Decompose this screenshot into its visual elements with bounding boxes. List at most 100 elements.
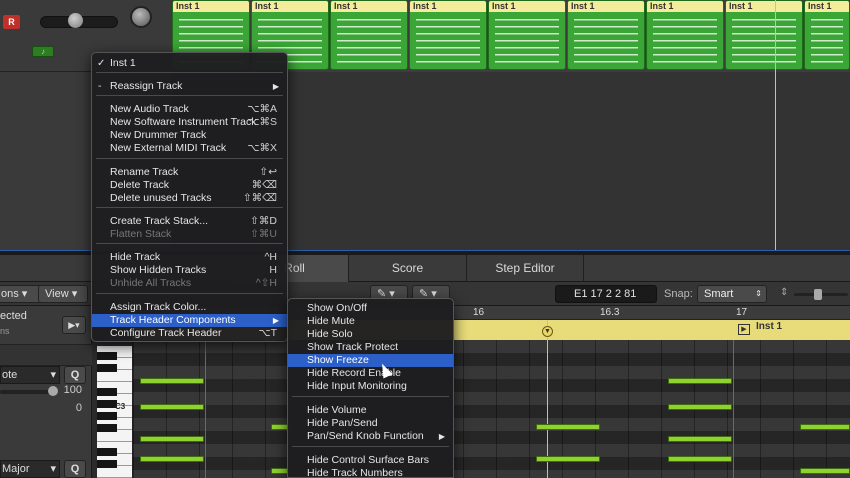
tab-step-editor[interactable]: Step Editor bbox=[466, 255, 584, 282]
menu-item-shortcut: ⌥⌘X bbox=[247, 142, 277, 154]
region[interactable]: Inst 1 bbox=[804, 0, 850, 70]
snap-select[interactable]: Smart ⇕ bbox=[697, 285, 767, 303]
region[interactable]: Inst 1 bbox=[330, 0, 408, 70]
black-key[interactable] bbox=[97, 400, 117, 408]
submenu-item-hide-mute[interactable]: Hide Mute bbox=[288, 315, 453, 328]
strength-slider-thumb[interactable] bbox=[48, 386, 58, 396]
black-key[interactable] bbox=[97, 352, 117, 360]
submenu-item-show-freeze[interactable]: Show Freeze bbox=[288, 354, 453, 367]
region[interactable]: Inst 1 bbox=[488, 0, 566, 70]
menu-item-label: Create Track Stack... bbox=[110, 215, 209, 227]
menu-item-new-software-instrument-track[interactable]: New Software Instrument Track ⌥⌘S bbox=[92, 116, 287, 129]
menu-item-rename-track[interactable]: Rename Track ⇧↩ bbox=[92, 166, 287, 179]
menu-item-new-external-midi-track[interactable]: New External MIDI Track ⌥⌘X bbox=[92, 142, 287, 155]
midi-note[interactable] bbox=[800, 424, 850, 430]
region[interactable]: Inst 1 bbox=[646, 0, 724, 70]
region-title: Inst 1 bbox=[173, 1, 249, 12]
playhead[interactable] bbox=[547, 320, 548, 478]
midi-note[interactable] bbox=[668, 436, 732, 442]
menu-item-reassign-track[interactable]: - Reassign Track ▶ bbox=[92, 80, 287, 93]
black-key[interactable] bbox=[97, 412, 117, 420]
region[interactable]: Inst 1 bbox=[409, 0, 487, 70]
submenu-item-hide-pan-send[interactable]: Hide Pan/Send bbox=[288, 417, 453, 430]
midi-note[interactable] bbox=[140, 404, 204, 410]
menu-item-new-audio-track[interactable]: New Audio Track ⌥⌘A bbox=[92, 103, 287, 116]
submenu-item-hide-track-numbers[interactable]: Hide Track Numbers bbox=[288, 467, 453, 478]
horizontal-zoom-slider[interactable]: ⇕ bbox=[780, 287, 850, 301]
submenu-item-show-on-off[interactable]: Show On/Off bbox=[288, 302, 453, 315]
chevron-down-icon: ▾ bbox=[50, 463, 56, 475]
submenu-item-hide-control-surface-bars[interactable]: Hide Control Surface Bars bbox=[288, 454, 453, 467]
menu-item-assign-track-color[interactable]: Assign Track Color... bbox=[92, 301, 287, 314]
midi-note[interactable] bbox=[800, 468, 850, 474]
submenu-item-label: Hide Mute bbox=[307, 315, 355, 327]
midi-note[interactable] bbox=[536, 456, 600, 462]
tab-score[interactable]: Score bbox=[348, 255, 466, 282]
track-header-components-submenu: Show On/Off Hide Mute Hide Solo Show Track … bbox=[287, 298, 454, 478]
zoom-arrows-icon: ⇕ bbox=[780, 287, 789, 298]
updown-icon: ⇕ bbox=[755, 289, 762, 298]
strength-value: 100 bbox=[63, 384, 82, 396]
menu-item-label: Track Header Components bbox=[110, 314, 236, 326]
submenu-item-show-track-protect[interactable]: Show Track Protect bbox=[288, 341, 453, 354]
menu-item-create-track-stack[interactable]: Create Track Stack... ⇧⌘D bbox=[92, 215, 287, 228]
midi-note[interactable] bbox=[668, 404, 732, 410]
black-key[interactable] bbox=[97, 364, 117, 372]
strength-slider[interactable] bbox=[0, 386, 58, 396]
midi-note[interactable] bbox=[140, 378, 204, 384]
menu-item-inst-1[interactable]: ✓ Inst 1 bbox=[92, 57, 287, 70]
playhead[interactable] bbox=[775, 0, 776, 250]
submenu-item-label: Show On/Off bbox=[307, 302, 367, 314]
volume-slider-thumb[interactable] bbox=[68, 13, 83, 28]
playhead-handle[interactable]: ▼ bbox=[542, 326, 553, 337]
menu-item-show-hidden-tracks[interactable]: Show Hidden Tracks H bbox=[92, 264, 287, 277]
menu-item-shortcut: ⇧↩ bbox=[259, 166, 277, 178]
submenu-item-label: Hide Pan/Send bbox=[307, 417, 378, 429]
region[interactable]: Inst 1 bbox=[567, 0, 645, 70]
midi-note[interactable] bbox=[140, 456, 204, 462]
note-grid[interactable] bbox=[133, 340, 850, 478]
black-key[interactable] bbox=[97, 388, 117, 396]
menu-item-shortcut: H bbox=[269, 264, 277, 276]
view-menu[interactable]: View ▾ bbox=[38, 285, 88, 303]
snap-label: Snap: bbox=[664, 288, 693, 300]
black-key[interactable] bbox=[97, 424, 117, 432]
midi-note[interactable] bbox=[536, 424, 600, 430]
menu-item-new-drummer-track[interactable]: New Drummer Track bbox=[92, 129, 287, 142]
region-catch-button[interactable]: ▶▾ bbox=[62, 316, 86, 334]
menu-item-hide-track[interactable]: Hide Track ^H bbox=[92, 251, 287, 264]
menu-item-delete-unused-tracks[interactable]: Delete unused Tracks ⇧⌘⌫ bbox=[92, 192, 287, 205]
time-quantize-select[interactable]: ote ▾ bbox=[0, 366, 60, 384]
midi-note[interactable] bbox=[668, 456, 732, 462]
submenu-item-label: Hide Track Numbers bbox=[307, 467, 403, 478]
region-title: Inst 1 bbox=[489, 1, 565, 12]
midi-note[interactable] bbox=[668, 378, 732, 384]
menu-item-delete-track[interactable]: Delete Track ⌘⌫ bbox=[92, 179, 287, 192]
region-notes bbox=[732, 19, 796, 63]
menu-item-track-header-components[interactable]: Track Header Components ▶ bbox=[92, 314, 287, 327]
checkmark-icon: ✓ bbox=[97, 58, 106, 69]
region-notes bbox=[416, 19, 480, 63]
record-enable-button[interactable]: R bbox=[3, 15, 20, 29]
black-key[interactable] bbox=[97, 460, 117, 468]
scale-quantize-button[interactable]: Q bbox=[64, 460, 86, 478]
pan-knob[interactable] bbox=[130, 6, 152, 28]
menu-item-label: Configure Track Header bbox=[110, 327, 222, 339]
menu-item-configure-track-header[interactable]: Configure Track Header ⌥T bbox=[92, 327, 287, 340]
menu-item-shortcut: ⇧⌘⌫ bbox=[242, 192, 277, 204]
black-key[interactable] bbox=[97, 448, 117, 456]
zoom-thumb[interactable] bbox=[814, 289, 822, 300]
scale-quantize-select[interactable]: Major ▾ bbox=[0, 460, 60, 478]
quantize-button[interactable]: Q bbox=[64, 366, 86, 384]
submenu-item-hide-volume[interactable]: Hide Volume bbox=[288, 404, 453, 417]
menu-item-shortcut: ⌥⌘A bbox=[247, 103, 277, 115]
submenu-item-pan-send-knob-function[interactable]: Pan/Send Knob Function ▶ bbox=[288, 430, 453, 443]
submenu-item-hide-input-monitoring[interactable]: Hide Input Monitoring bbox=[288, 380, 453, 393]
region[interactable]: Inst 1 bbox=[725, 0, 803, 70]
region-title: Inst 1 bbox=[647, 1, 723, 12]
menu-item-label: Hide Track bbox=[110, 251, 161, 263]
submenu-item-hide-record-enable[interactable]: Hide Record Enable bbox=[288, 367, 453, 380]
midi-note[interactable] bbox=[140, 436, 204, 442]
functions-menu-label: ons bbox=[1, 288, 19, 300]
submenu-item-hide-solo[interactable]: Hide Solo bbox=[288, 328, 453, 341]
